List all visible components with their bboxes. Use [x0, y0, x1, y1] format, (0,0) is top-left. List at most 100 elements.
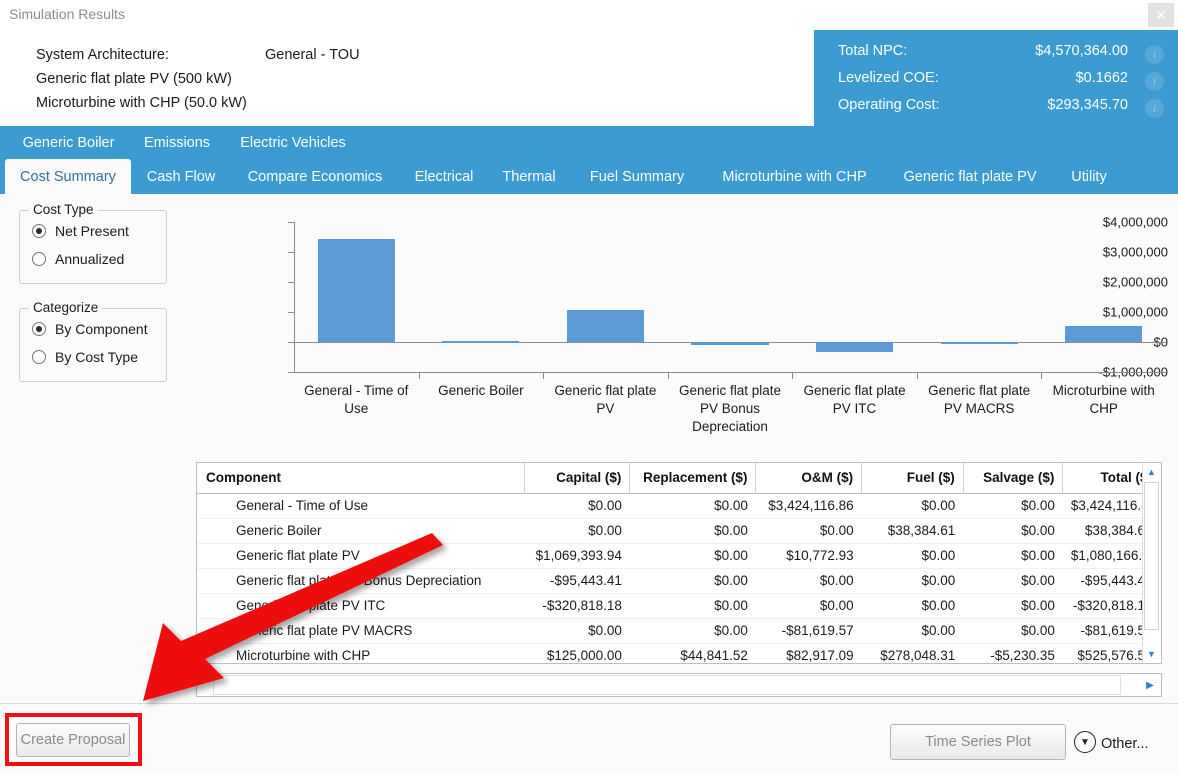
table-cell-value: $82,917.09: [756, 643, 862, 664]
radio-by-component[interactable]: By Component: [32, 321, 148, 337]
table-horizontal-scrollbar[interactable]: ▶: [196, 673, 1162, 697]
x-axis-tick: [543, 372, 544, 379]
categorize-group: Categorize By Component By Cost Type: [19, 308, 167, 382]
table-cell-value: $0.00: [630, 518, 756, 543]
tab-compare-economics[interactable]: Compare Economics: [231, 159, 399, 194]
tab-row-secondary: Generic Boiler Emissions Electric Vehicles: [0, 126, 1178, 159]
tab-electric-vehicles[interactable]: Electric Vehicles: [229, 126, 357, 159]
cost-summary-content: Cost Type Net Present Annualized Categor…: [0, 194, 1178, 703]
bar[interactable]: [816, 342, 893, 352]
table-row[interactable]: Generic flat plate PV MACRS$0.00$0.00-$8…: [197, 618, 1161, 643]
x-axis-tick: [917, 372, 918, 379]
table-column-header[interactable]: Component: [197, 463, 524, 493]
x-axis-tick: [1041, 372, 1042, 379]
table-cell-value: $0.00: [963, 568, 1063, 593]
cost-type-title: Cost Type: [29, 202, 98, 217]
table-row[interactable]: Generic flat plate PV$1,069,393.94$0.00$…: [197, 543, 1161, 568]
tab-thermal[interactable]: Thermal: [492, 159, 566, 194]
scroll-right-icon[interactable]: ▶: [1139, 674, 1161, 696]
radio-annualized[interactable]: Annualized: [32, 251, 124, 267]
info-icon[interactable]: i: [1145, 72, 1164, 91]
bar[interactable]: [567, 310, 644, 342]
chevron-down-icon[interactable]: ▼: [1074, 731, 1096, 753]
table-cell-value: $0.00: [963, 493, 1063, 518]
close-icon[interactable]: ✕: [1148, 3, 1174, 27]
info-icon[interactable]: i: [1145, 99, 1164, 118]
x-axis-category-label: General - Time of Use: [298, 382, 415, 418]
y-axis-line: [294, 222, 295, 372]
summary-row-operating-cost: Operating Cost: $293,345.70 i: [814, 97, 1178, 123]
x-axis-category-label: Generic flat plate PV ITC: [796, 382, 913, 418]
operating-cost-value: $293,345.70: [1047, 97, 1128, 113]
table-column-header[interactable]: Fuel ($): [862, 463, 964, 493]
table-cell-value: $0.00: [862, 493, 964, 518]
info-icon[interactable]: i: [1145, 45, 1164, 64]
scroll-down-icon[interactable]: ▼: [1143, 645, 1160, 663]
hscrollbar-track[interactable]: [213, 675, 1121, 695]
radio-by-cost-type[interactable]: By Cost Type: [32, 349, 138, 365]
tab-emissions[interactable]: Emissions: [135, 126, 219, 159]
table-row[interactable]: Microturbine with CHP$125,000.00$44,841.…: [197, 643, 1161, 664]
table-cell-value: $1,069,393.94: [524, 543, 630, 568]
categorize-title: Categorize: [29, 300, 102, 315]
table-column-header[interactable]: Salvage ($): [963, 463, 1063, 493]
tab-electrical[interactable]: Electrical: [404, 159, 484, 194]
y-axis-tick-label: $1,000,000: [1082, 305, 1168, 320]
radio-indicator: [32, 252, 46, 266]
table-row[interactable]: Generic flat plate PV ITC-$320,818.18$0.…: [197, 593, 1161, 618]
time-series-plot-button[interactable]: Time Series Plot: [890, 724, 1066, 760]
table-cell-value: $0.00: [963, 543, 1063, 568]
tab-cost-summary[interactable]: Cost Summary: [5, 159, 131, 194]
table-row[interactable]: General - Time of Use$0.00$0.00$3,424,11…: [197, 493, 1161, 518]
other-dropdown-label[interactable]: Other...: [1101, 736, 1149, 752]
table-column-header[interactable]: O&M ($): [756, 463, 862, 493]
table-cell-value: -$5,230.35: [963, 643, 1063, 664]
tab-utility[interactable]: Utility: [1058, 159, 1120, 194]
table-column-header[interactable]: Capital ($): [524, 463, 630, 493]
bar[interactable]: [318, 239, 395, 342]
cost-type-group: Cost Type Net Present Annualized: [19, 210, 167, 284]
table-header-row: ComponentCapital ($)Replacement ($)O&M (…: [197, 463, 1161, 493]
tab-cash-flow[interactable]: Cash Flow: [138, 159, 224, 194]
x-axis-tick: [668, 372, 669, 379]
architecture-component-pv: Generic flat plate PV (500 kW): [36, 71, 232, 87]
table-cell-value: -$320,818.18: [524, 593, 630, 618]
table-cell-value: -$95,443.41: [524, 568, 630, 593]
table-cell-value: $10,772.93: [756, 543, 862, 568]
bar[interactable]: [442, 341, 519, 343]
bar[interactable]: [1065, 326, 1142, 342]
scroll-up-icon[interactable]: ▲: [1143, 463, 1160, 481]
table-cell-value: $0.00: [524, 618, 630, 643]
table-cell-value: $0.00: [630, 493, 756, 518]
table-row[interactable]: Generic flat plate PV Bonus Depreciation…: [197, 568, 1161, 593]
table-cell-value: $0.00: [862, 593, 964, 618]
bar[interactable]: [941, 342, 1018, 344]
table-vertical-scrollbar[interactable]: ▲ ▼: [1142, 463, 1161, 663]
operating-cost-label: Operating Cost:: [838, 97, 940, 113]
create-proposal-highlight: [5, 713, 142, 766]
tab-fuel-summary[interactable]: Fuel Summary: [576, 159, 698, 194]
title-bar: Simulation Results ✕: [0, 0, 1178, 30]
table-cell-value: $0.00: [756, 568, 862, 593]
radio-indicator: [32, 350, 46, 364]
table-cell-value: $0.00: [862, 568, 964, 593]
tab-generic-flat-plate-pv[interactable]: Generic flat plate PV: [890, 159, 1050, 194]
table-cell-value: $125,000.00: [524, 643, 630, 664]
table-row[interactable]: Generic Boiler$0.00$0.00$0.00$38,384.61$…: [197, 518, 1161, 543]
radio-net-present[interactable]: Net Present: [32, 223, 129, 239]
table-cell-value: $38,384.61: [862, 518, 964, 543]
table-cell-value: $0.00: [630, 593, 756, 618]
table-cell-component: Generic Boiler: [197, 518, 524, 543]
tab-microturbine-with-chp[interactable]: Microturbine with CHP: [707, 159, 882, 194]
table-cell-value: $278,048.31: [862, 643, 964, 664]
bar[interactable]: [691, 342, 768, 345]
scrollbar-thumb[interactable]: [1144, 482, 1159, 630]
table-cell-component: Generic flat plate PV ITC: [197, 593, 524, 618]
radio-label: By Cost Type: [55, 349, 138, 365]
table-cell-value: $0.00: [862, 543, 964, 568]
x-axis-line: [294, 372, 1166, 373]
table-column-header[interactable]: Replacement ($): [630, 463, 756, 493]
cost-summary-table: ComponentCapital ($)Replacement ($)O&M (…: [196, 462, 1162, 664]
table-cell-value: $0.00: [963, 618, 1063, 643]
tab-generic-boiler[interactable]: Generic Boiler: [12, 126, 125, 159]
